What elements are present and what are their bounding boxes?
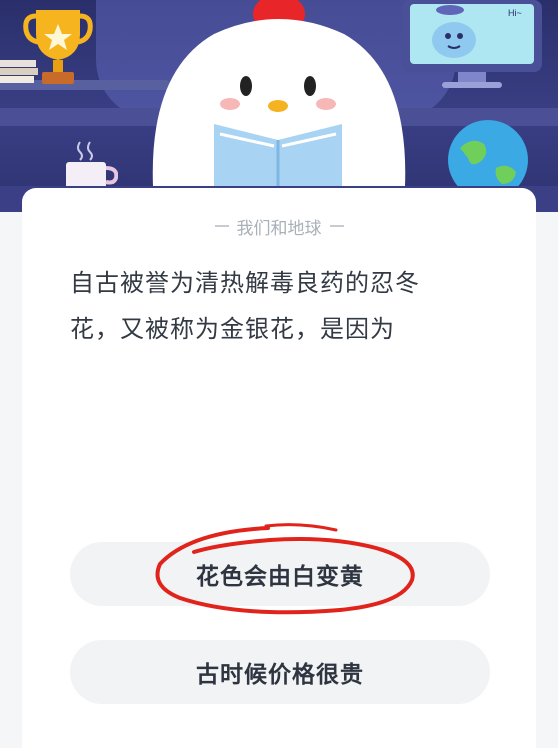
answer-option-2-label: 古时候价格很贵 <box>196 662 364 688</box>
header-illustration: Hi~ <box>0 0 558 212</box>
topic-dash-left <box>214 225 229 227</box>
topic-row: 我们和地球 <box>22 214 536 239</box>
answer-option-1-label: 花色会由白变黄 <box>196 564 364 590</box>
question-line-1: 自古被誉为清热解毒良药的忍冬 <box>70 269 420 297</box>
mascot-penguin-icon <box>152 0 406 204</box>
answer-option-2[interactable]: 古时候价格很贵 <box>70 640 490 704</box>
answer-option-1[interactable]: 花色会由白变黄 <box>70 542 490 606</box>
monitor-greeting: Hi~ <box>508 8 522 18</box>
question-text: 自古被誉为清热解毒良药的忍冬 花，又被称为金银花，是因为 <box>70 260 490 352</box>
quiz-card: 我们和地球 自古被誉为清热解毒良药的忍冬 花，又被称为金银花，是因为 花色会由白… <box>22 188 536 748</box>
mug-icon <box>66 141 118 190</box>
topic-label: 我们和地球 <box>236 218 322 239</box>
books-icon <box>0 60 38 83</box>
topic-dash-right <box>329 225 344 227</box>
question-line-2: 花，又被称为金银花，是因为 <box>70 315 395 343</box>
